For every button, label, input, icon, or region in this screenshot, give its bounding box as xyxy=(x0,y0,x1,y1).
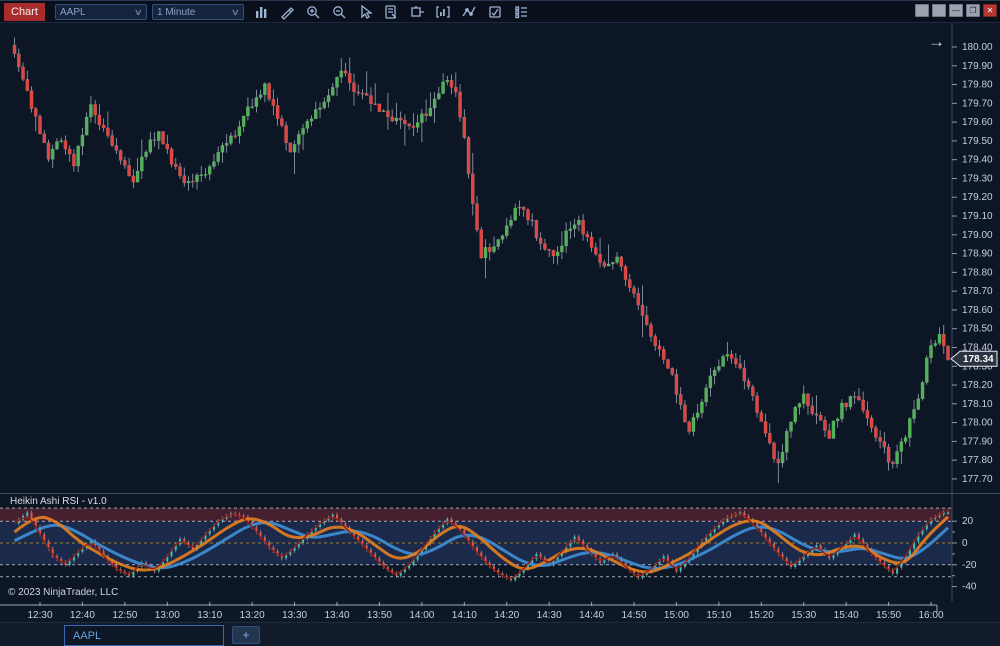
report-icon xyxy=(383,4,399,20)
svg-text:179.60: 179.60 xyxy=(962,117,993,128)
order-panel-button[interactable] xyxy=(408,4,425,21)
indicators-icon xyxy=(435,4,451,20)
svg-text:15:20: 15:20 xyxy=(749,610,774,621)
zoom-out-icon xyxy=(331,4,347,20)
svg-text:180.00: 180.00 xyxy=(962,42,993,53)
chart-window-tab[interactable]: Chart xyxy=(4,3,45,21)
svg-text:179.10: 179.10 xyxy=(962,211,993,222)
price-chart[interactable]: 180.00 179.90 179.80 179.70 179.60 179.50 179.… xyxy=(0,23,1000,493)
svg-text:13:30: 13:30 xyxy=(282,610,307,621)
svg-text:179.70: 179.70 xyxy=(962,98,993,109)
svg-text:14:40: 14:40 xyxy=(579,610,604,621)
svg-text:12:40: 12:40 xyxy=(70,610,95,621)
chevron-down-icon: ∨ xyxy=(134,7,143,18)
close-button[interactable]: ✕ xyxy=(983,4,997,17)
svg-text:13:20: 13:20 xyxy=(240,610,265,621)
cursor-icon xyxy=(357,4,373,20)
zoom-in-icon xyxy=(305,4,321,20)
svg-text:15:50: 15:50 xyxy=(876,610,901,621)
svg-text:15:00: 15:00 xyxy=(664,610,689,621)
restore-button[interactable]: ❐ xyxy=(966,4,980,17)
svg-text:178.60: 178.60 xyxy=(962,305,993,316)
chart-style-button[interactable] xyxy=(252,4,269,21)
workspace-tab-bar: AAPL + xyxy=(0,622,1000,646)
svg-text:179.80: 179.80 xyxy=(962,80,993,91)
svg-text:179.40: 179.40 xyxy=(962,155,993,166)
toolbar: Chart AAPL ∨ 1 Minute ∨ —❐✕ xyxy=(0,1,1000,23)
chevron-down-icon: ∨ xyxy=(231,7,240,18)
window-controls: —❐✕ xyxy=(915,4,997,17)
time-axis: 12:30 12:40 12:50 13:00 13:10 13:20 13:30 13:40… xyxy=(0,602,1000,622)
svg-text:178.34: 178.34 xyxy=(963,354,994,365)
ninjatrader-chart-window: Chart AAPL ∨ 1 Minute ∨ —❐✕ 180.00 179.90… xyxy=(0,0,1000,646)
svg-text:20: 20 xyxy=(962,516,974,527)
tab-aapl[interactable]: AAPL xyxy=(64,625,224,646)
svg-text:13:00: 13:00 xyxy=(155,610,180,621)
svg-text:15:40: 15:40 xyxy=(834,610,859,621)
svg-text:178.10: 178.10 xyxy=(962,399,993,410)
svg-text:14:50: 14:50 xyxy=(622,610,647,621)
svg-text:12:50: 12:50 xyxy=(112,610,137,621)
indicators-button[interactable] xyxy=(434,4,451,21)
drawing-tools-button[interactable] xyxy=(278,4,295,21)
window-button-1[interactable] xyxy=(915,4,929,17)
svg-text:-40: -40 xyxy=(962,582,977,593)
cursor-button[interactable] xyxy=(356,4,373,21)
svg-text:177.80: 177.80 xyxy=(962,455,993,466)
svg-text:13:50: 13:50 xyxy=(367,610,392,621)
svg-text:14:00: 14:00 xyxy=(409,610,434,621)
svg-text:15:30: 15:30 xyxy=(791,610,816,621)
svg-text:14:30: 14:30 xyxy=(537,610,562,621)
svg-text:13:40: 13:40 xyxy=(324,610,349,621)
data-series-button[interactable] xyxy=(486,4,503,21)
line-tool-icon xyxy=(461,4,477,20)
copyright-label: © 2023 NinjaTrader, LLC xyxy=(8,587,118,598)
interval-dropdown[interactable]: 1 Minute ∨ xyxy=(152,4,244,20)
last-price-marker: 178.34 xyxy=(951,351,997,366)
report-button[interactable] xyxy=(382,4,399,21)
svg-text:14:10: 14:10 xyxy=(452,610,477,621)
window-button-2[interactable] xyxy=(932,4,946,17)
svg-text:178.20: 178.20 xyxy=(962,380,993,391)
svg-text:178.90: 178.90 xyxy=(962,249,993,260)
properties-button[interactable] xyxy=(512,4,529,21)
svg-text:178.00: 178.00 xyxy=(962,418,993,429)
svg-text:178.70: 178.70 xyxy=(962,286,993,297)
add-tab-button[interactable]: + xyxy=(232,626,260,644)
svg-text:-20: -20 xyxy=(962,560,977,571)
svg-text:0: 0 xyxy=(962,538,968,549)
zoom-out-button[interactable] xyxy=(330,4,347,21)
line-tool-button[interactable] xyxy=(460,4,477,21)
properties-icon xyxy=(513,4,529,20)
toolbar-icons xyxy=(252,1,529,23)
svg-text:16:00: 16:00 xyxy=(919,610,944,621)
svg-text:177.90: 177.90 xyxy=(962,436,993,447)
svg-text:15:10: 15:10 xyxy=(706,610,731,621)
svg-text:179.30: 179.30 xyxy=(962,173,993,184)
instrument-dropdown[interactable]: AAPL ∨ xyxy=(55,4,147,20)
svg-text:177.70: 177.70 xyxy=(962,474,993,485)
instrument-dropdown-value: AAPL xyxy=(60,7,86,18)
interval-dropdown-value: 1 Minute xyxy=(157,7,195,18)
svg-text:179.90: 179.90 xyxy=(962,61,993,72)
svg-text:12:30: 12:30 xyxy=(27,610,52,621)
svg-text:14:20: 14:20 xyxy=(494,610,519,621)
svg-text:179.20: 179.20 xyxy=(962,192,993,203)
zoom-in-button[interactable] xyxy=(304,4,321,21)
data-series-icon xyxy=(487,4,503,20)
chart-style-icon xyxy=(253,4,269,20)
drawing-tools-icon xyxy=(279,4,295,20)
svg-text:178.50: 178.50 xyxy=(962,324,993,335)
svg-text:178.80: 178.80 xyxy=(962,267,993,278)
go-to-latest-icon: → xyxy=(928,32,945,51)
heikin-ashi-rsi-panel[interactable]: 20 0 -20 -40 Heikin Ashi RSI - v1.0 © 2023 Ni… xyxy=(0,493,1000,602)
svg-text:179.50: 179.50 xyxy=(962,136,993,147)
minimize-button[interactable]: — xyxy=(949,4,963,17)
svg-text:179.00: 179.00 xyxy=(962,230,993,241)
order-panel-icon xyxy=(409,4,425,20)
indicator-title: Heikin Ashi RSI - v1.0 xyxy=(10,496,107,507)
svg-text:13:10: 13:10 xyxy=(197,610,222,621)
